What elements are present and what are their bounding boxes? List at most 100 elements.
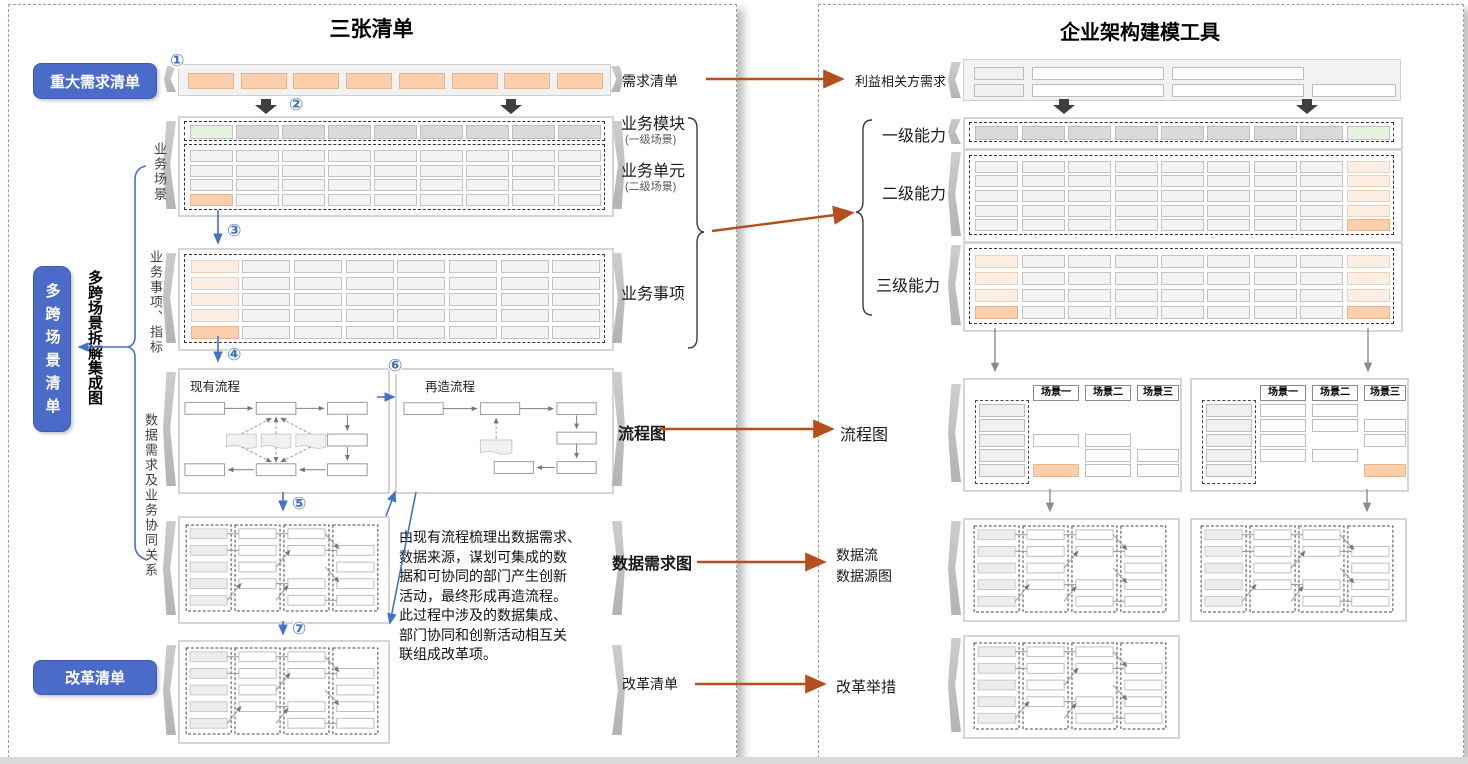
reform-list-badge[interactable]: 改革清单	[33, 660, 157, 695]
grid-cell	[1207, 126, 1250, 140]
grid-cell	[420, 165, 463, 177]
grid-cell	[346, 277, 394, 290]
grid-cell	[282, 150, 325, 162]
grid-cell	[558, 125, 601, 139]
grid-cell	[328, 194, 371, 206]
grid-cell	[1254, 126, 1297, 140]
grid-cell	[1300, 272, 1343, 285]
tab-scenario-3[interactable]: 场景三	[1364, 385, 1406, 401]
tab-scenario-1[interactable]: 场景一	[1033, 385, 1079, 401]
grid-cell	[1161, 255, 1204, 268]
grid-cell	[328, 165, 371, 177]
grid-cell	[558, 179, 601, 191]
grid-cell	[979, 404, 1025, 417]
grid-cell	[1300, 255, 1343, 268]
data-flow-box-2	[1190, 518, 1407, 622]
level3-capability-grid	[969, 248, 1394, 324]
step-circle-1: ①	[170, 52, 184, 69]
grid-cell	[190, 179, 233, 191]
business-unit-sublabel: (二级场景)	[625, 178, 676, 194]
grid-cell	[1068, 205, 1111, 217]
grid-cell	[1033, 464, 1079, 477]
grid-cell	[1347, 161, 1390, 173]
grid-cell	[294, 326, 342, 339]
grid-cell	[979, 419, 1025, 432]
grid-cell	[974, 84, 1024, 97]
grid-cell	[346, 293, 394, 306]
grid-cell	[1312, 84, 1396, 97]
grid-cell	[504, 73, 550, 89]
grid-cell	[1364, 434, 1406, 447]
grid-cell	[1207, 272, 1250, 285]
grid-cell	[1115, 205, 1158, 217]
grid-cell	[975, 289, 1018, 302]
grid-cell	[420, 194, 463, 206]
grid-cell	[466, 125, 509, 139]
grid-cell	[191, 326, 239, 339]
grid-cell	[1115, 126, 1158, 140]
grid-cell	[1300, 175, 1343, 187]
step-circle-2: ②	[289, 96, 303, 113]
grid-cell	[512, 125, 555, 139]
grid-cell	[1022, 161, 1065, 173]
grid-cell	[190, 125, 233, 139]
grid-cell	[452, 73, 498, 89]
grid-cell	[975, 126, 1018, 140]
grid-cell	[512, 194, 555, 206]
decompose-integration-vlabel: 多跨场景拆解集成图	[84, 270, 105, 430]
grid-cell	[1206, 464, 1252, 477]
step-circle-3: ③	[227, 222, 241, 239]
grid-cell	[1085, 434, 1131, 447]
grid-cell	[449, 277, 497, 290]
grid-cell	[512, 179, 555, 191]
grid-cell	[1022, 175, 1065, 187]
grid-cell	[975, 161, 1018, 173]
grid-cell	[1022, 126, 1065, 140]
grid-cell	[1207, 219, 1250, 231]
grid-cell	[501, 260, 549, 273]
grid-cell	[1254, 219, 1297, 231]
grid-cell	[1347, 205, 1390, 217]
reform-measures-box	[963, 635, 1180, 739]
grid-cell	[501, 293, 549, 306]
grid-cell	[1161, 219, 1204, 231]
step-circle-4: ④	[227, 346, 241, 363]
grid-cell	[328, 125, 371, 139]
grid-cell	[1254, 289, 1297, 302]
grid-cell	[242, 326, 290, 339]
tab-scenario-2[interactable]: 场景二	[1312, 385, 1358, 401]
grid-cell	[374, 150, 417, 162]
grid-cell	[558, 194, 601, 206]
grid-cell	[1068, 289, 1111, 302]
data-flow-box-1	[963, 518, 1180, 622]
grid-cell	[1347, 219, 1390, 231]
grid-cell	[1115, 161, 1158, 173]
grid-cell	[346, 326, 394, 339]
grid-cell	[1300, 306, 1343, 319]
grid-cell	[294, 277, 342, 290]
grid-cell	[558, 165, 601, 177]
grid-cell	[282, 165, 325, 177]
grid-cell	[466, 165, 509, 177]
grid-cell	[1161, 161, 1204, 173]
tab-scenario-1[interactable]: 场景一	[1260, 385, 1306, 401]
grid-cell	[1254, 161, 1297, 173]
reform-list-diagram	[184, 646, 380, 736]
grid-cell	[1300, 126, 1343, 140]
grid-cell	[1260, 434, 1306, 447]
tab-scenario-2[interactable]: 场景二	[1085, 385, 1131, 401]
grid-cell	[241, 73, 287, 89]
requirement-list-label: 需求清单	[622, 71, 678, 91]
grid-cell	[190, 194, 233, 206]
grid-cell	[374, 194, 417, 206]
grid-cell	[191, 260, 239, 273]
tab-scenario-3[interactable]: 场景三	[1137, 385, 1179, 401]
scenario-flow-box-1: 场景一 场景二 场景三	[963, 378, 1182, 492]
grid-cell	[557, 73, 603, 89]
grid-cell	[1068, 219, 1111, 231]
grid-cell	[974, 67, 1024, 80]
multi-cross-scenario-badge[interactable]: 多跨场景清单	[33, 266, 71, 432]
major-requirements-badge[interactable]: 重大需求清单	[33, 63, 157, 99]
reengineered-flow-box: 再造流程	[395, 368, 614, 494]
grid-cell	[1161, 306, 1204, 319]
